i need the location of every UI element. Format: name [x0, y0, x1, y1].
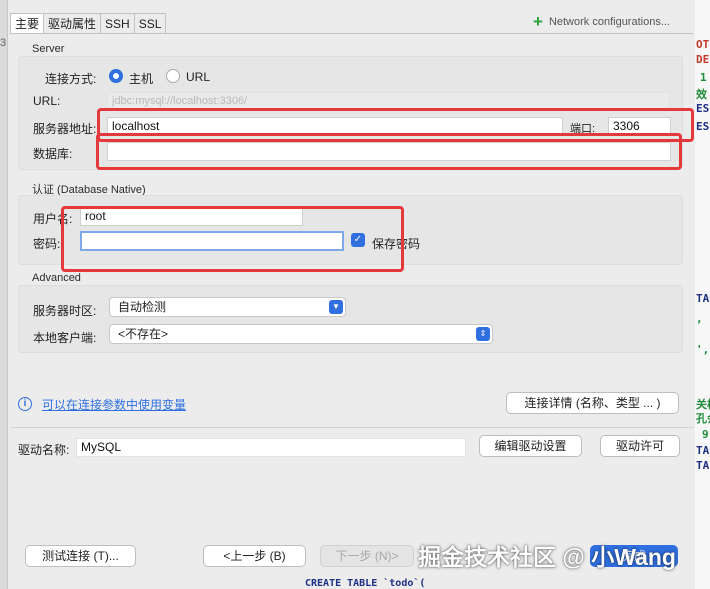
radio-host-label: 主机: [129, 72, 154, 86]
tab-ssl[interactable]: SSL: [134, 13, 167, 34]
network-configurations-button[interactable]: + Network configurations...: [533, 12, 670, 31]
chevron-down-icon: ▼: [329, 300, 343, 314]
editor-fragment: TA: [696, 292, 710, 305]
background-code-editor: OT DE 1 效 ES ES TA , ', 关核 孔会 9 TA TA: [695, 0, 710, 589]
connect-mode-label: 连接方式:: [45, 72, 97, 86]
editor-fragment: TA: [696, 444, 710, 457]
server-group-label: Server: [32, 43, 65, 55]
editor-fragment: ES: [696, 102, 710, 115]
advanced-group-label: Advanced: [32, 272, 81, 284]
watermark: 掘金技术社区 @ 小Wang: [418, 544, 676, 570]
tab-divider: [10, 33, 693, 34]
info-icon: i: [18, 397, 32, 411]
network-configurations-label: Network configurations...: [548, 16, 670, 28]
annotation-credentials: [61, 206, 404, 272]
tab-ssh[interactable]: SSH: [101, 13, 135, 34]
editor-fragment: ES: [696, 120, 710, 133]
client-value: <不存在>: [118, 327, 169, 341]
editor-fragment: 9: [702, 428, 709, 441]
editor-fragment: ',: [696, 343, 710, 356]
plus-icon: +: [533, 12, 543, 31]
editor-fragment: TA: [696, 459, 710, 472]
background-code-line: CREATE TABLE `todo`(: [305, 578, 426, 589]
editor-fragment: ,: [696, 312, 703, 325]
client-select[interactable]: <不存在> ⇕: [109, 324, 493, 344]
driver-name-label: 驱动名称:: [18, 443, 70, 457]
divider: [11, 427, 694, 428]
timezone-value: 自动检测: [118, 300, 167, 314]
radio-url-label: URL: [186, 70, 211, 84]
client-label: 本地客户端:: [33, 331, 97, 345]
next-button[interactable]: 下一步 (N)>: [320, 545, 414, 567]
connection-details-button[interactable]: 连接详情 (名称、类型 ... ): [506, 392, 679, 414]
driver-license-button[interactable]: 驱动许可: [600, 435, 680, 457]
editor-fragment: 孔会: [696, 412, 710, 425]
editor-fragment: 效: [696, 88, 707, 101]
edit-driver-button[interactable]: 编辑驱动设置: [479, 435, 582, 457]
left-digit: 3: [0, 37, 7, 49]
previous-button[interactable]: <上一步 (B): [203, 545, 306, 567]
database-label: 数据库:: [33, 147, 73, 161]
test-connection-button[interactable]: 测试连接 (T)...: [25, 545, 136, 567]
driver-name-field: MySQL: [76, 438, 466, 457]
url-label: URL:: [33, 94, 61, 108]
variables-help-link[interactable]: 可以在连接参数中使用变量: [42, 396, 186, 413]
tab-main[interactable]: 主要: [10, 13, 45, 34]
chevron-updown-icon: ⇕: [476, 327, 490, 341]
timezone-select[interactable]: 自动检测 ▼: [109, 297, 346, 317]
tab-bar: 主要 驱动属性 SSH SSL: [10, 13, 167, 34]
timezone-label: 服务器时区:: [33, 304, 97, 318]
radio-host[interactable]: [109, 69, 123, 83]
editor-fragment: 1: [700, 71, 707, 84]
editor-fragment: OT: [696, 38, 710, 51]
host-label: 服务器地址:: [33, 122, 97, 136]
password-label: 密码:: [33, 237, 61, 251]
editor-fragment: DE: [696, 53, 710, 66]
radio-url[interactable]: [166, 69, 180, 83]
tab-driver-properties[interactable]: 驱动属性: [44, 13, 102, 34]
annotation-database: [96, 133, 682, 170]
